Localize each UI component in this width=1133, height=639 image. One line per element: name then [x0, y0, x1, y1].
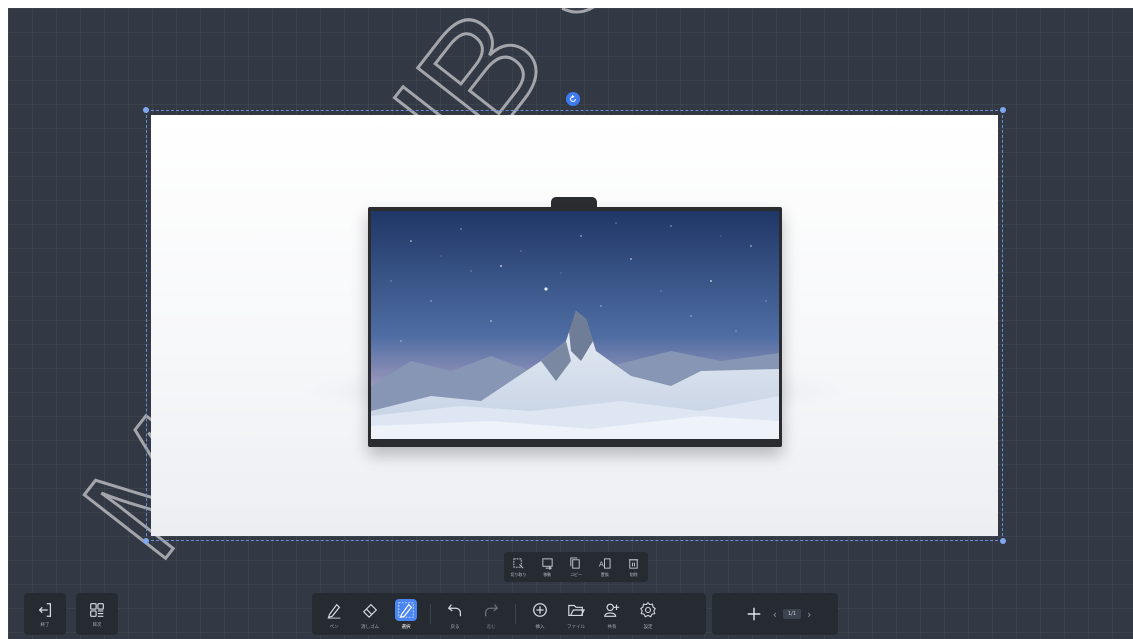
select-button[interactable]: 選択: [388, 594, 424, 634]
cut-icon: [513, 557, 524, 568]
page-toolbar: ‹ 1/1 ›: [712, 593, 838, 635]
toolbar-divider: [430, 604, 431, 624]
replace-label: 置換: [600, 571, 609, 577]
delete-label: 削除: [629, 571, 638, 577]
whiteboard-canvas[interactable]: MAXHUB SYSTEM: [8, 8, 1133, 639]
pen-label: ペン: [329, 624, 339, 630]
selection-toolbar: 切り取り 移動 コピー A 置換 削除: [504, 552, 648, 582]
board-overview-button[interactable]: 目次: [76, 594, 118, 634]
move-icon: [542, 557, 553, 570]
plus-icon: [747, 607, 760, 621]
settings-label: 設定: [643, 624, 653, 630]
file-label: ファイル: [567, 624, 585, 630]
add-user-icon: [604, 603, 620, 617]
exit-label: 終了: [40, 622, 50, 628]
copy-button[interactable]: コピー: [564, 556, 588, 578]
insert-button[interactable]: 挿入: [522, 594, 558, 634]
resize-handle-bottom-right[interactable]: [1000, 538, 1006, 544]
board-label: 目次: [92, 622, 102, 628]
rotate-icon: [570, 95, 576, 102]
prev-page-icon[interactable]: ‹: [773, 608, 777, 621]
add-page-button[interactable]: [739, 594, 769, 634]
delete-button[interactable]: 削除: [622, 557, 646, 578]
undo-icon: [447, 603, 462, 616]
plus-circle-icon: [533, 602, 547, 617]
redo-icon: [484, 603, 499, 616]
replace-button[interactable]: A 置換: [593, 557, 617, 578]
file-button[interactable]: ファイル: [558, 594, 594, 634]
resize-handle-top-right[interactable]: [1000, 107, 1006, 113]
eraser-icon: [362, 603, 378, 618]
resize-handle-top-left[interactable]: [143, 107, 149, 113]
exit-toolbar: 終了: [24, 593, 66, 635]
eraser-label: 消しゴム: [361, 624, 379, 630]
redo-button[interactable]: 進む: [473, 594, 509, 634]
redo-label: 進む: [486, 624, 496, 630]
next-page-icon[interactable]: ›: [807, 608, 811, 621]
cut-button[interactable]: 切り取り: [506, 557, 530, 578]
move-button[interactable]: 移動: [535, 557, 559, 578]
select-pen-icon: [398, 601, 414, 618]
page-indicator: 1/1: [782, 609, 802, 619]
board-toolbar: 目次: [76, 593, 118, 635]
replace-text-icon: A: [599, 557, 611, 569]
copy-label: コピー: [569, 571, 582, 577]
share-label: 共有: [607, 624, 617, 630]
copy-icon: [570, 556, 581, 569]
gear-icon: [640, 601, 656, 617]
toolbar-divider: [515, 604, 516, 624]
move-label: 移動: [543, 571, 552, 577]
settings-button[interactable]: 設定: [630, 594, 666, 634]
exit-button[interactable]: 終了: [24, 594, 66, 634]
folder-icon: [568, 604, 585, 616]
undo-label: 戻る: [450, 624, 460, 630]
pen-button[interactable]: ペン: [316, 594, 352, 634]
selection-frame[interactable]: [146, 110, 1003, 541]
rotate-handle[interactable]: [566, 92, 580, 106]
share-button[interactable]: 共有: [594, 594, 630, 634]
insert-label: 挿入: [535, 624, 545, 630]
trash-icon: [628, 558, 639, 569]
eraser-button[interactable]: 消しゴム: [352, 594, 388, 634]
undo-button[interactable]: 戻る: [437, 594, 473, 634]
select-label: 選択: [401, 624, 411, 630]
exit-icon: [38, 602, 52, 617]
cut-label: 切り取り: [510, 571, 527, 577]
resize-handle-bottom-left[interactable]: [143, 538, 149, 544]
svg-text:A: A: [599, 559, 604, 568]
pen-icon: [327, 603, 341, 619]
main-toolbar: ペン 消しゴム 選択 戻る 進む 挿入 ファイル 共有 設定: [312, 593, 706, 635]
grid-icon: [90, 602, 104, 617]
